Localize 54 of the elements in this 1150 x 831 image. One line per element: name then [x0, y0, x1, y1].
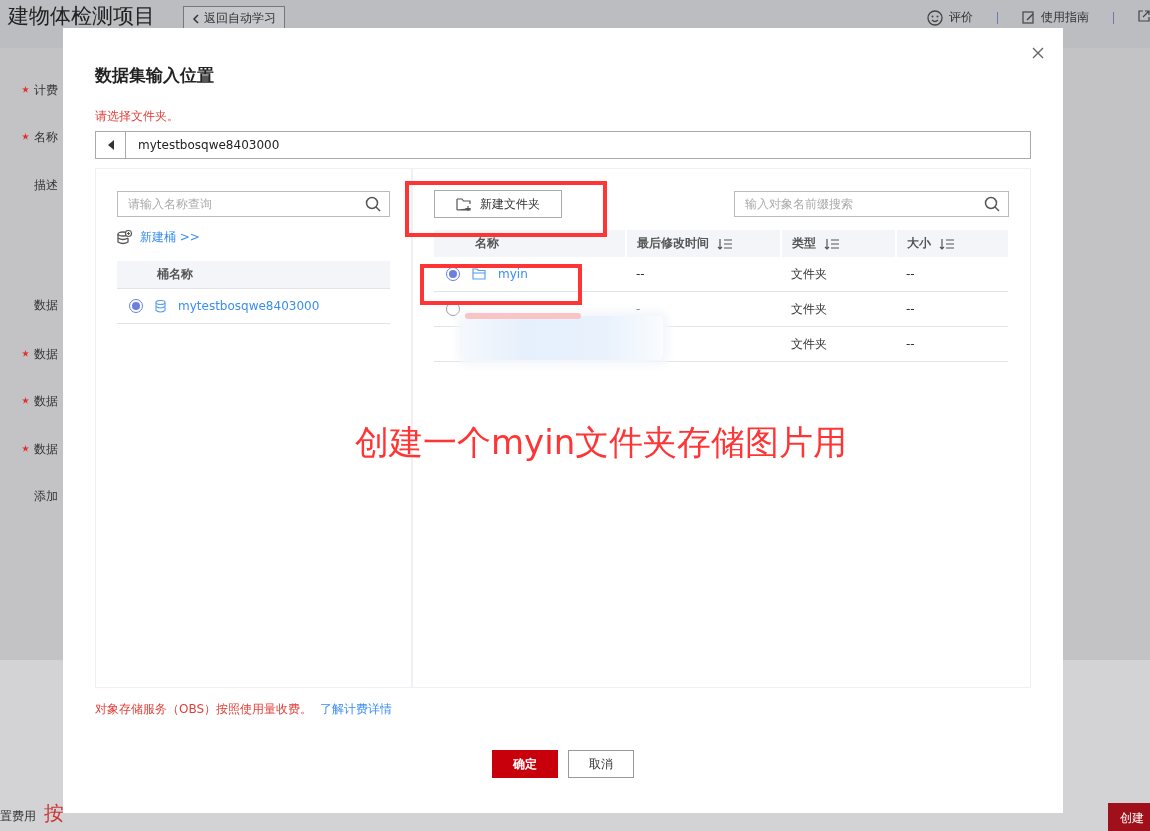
- column-header: 大小: [907, 235, 931, 252]
- chevron-left-icon: [192, 13, 200, 24]
- page-title: 建物体检测项目: [8, 3, 155, 29]
- error-message: 请选择文件夹。: [95, 108, 180, 122]
- column-header: 类型: [792, 235, 816, 252]
- form-label: 描述: [34, 177, 58, 189]
- form-label: 数据: [34, 393, 58, 405]
- header-link[interactable]: 评价: [949, 9, 973, 26]
- header-link[interactable]: 使用指南: [1041, 9, 1089, 26]
- column-header: 名称: [475, 235, 499, 252]
- dialog-title: 数据集输入位置: [95, 64, 215, 87]
- billing-note: 对象存储服务（OBS）按照使用量收费。: [95, 701, 313, 718]
- form-label: 数据: [34, 297, 58, 309]
- column-header: 最后修改时间: [637, 235, 709, 252]
- radio-button[interactable]: [129, 299, 143, 313]
- table-cell: --: [636, 267, 645, 281]
- confirm-button[interactable]: 确定: [492, 750, 558, 778]
- sort-icon[interactable]: [824, 237, 840, 250]
- smiley-icon: [927, 9, 943, 26]
- billing-link[interactable]: 了解计费详情: [320, 701, 393, 718]
- table-cell: --: [906, 267, 915, 281]
- path-field[interactable]: mytestbosqwe8403000: [95, 131, 1031, 159]
- fee-label: 置费用: [0, 808, 36, 825]
- search-icon[interactable]: [365, 196, 381, 212]
- edit-icon: [1022, 11, 1035, 24]
- table-cell: 文件夹: [791, 265, 827, 283]
- form-label: 添加: [34, 488, 58, 500]
- bucket-add-icon: [117, 229, 132, 245]
- close-button[interactable]: [1031, 47, 1045, 61]
- form-label: 计费: [34, 82, 58, 94]
- column-header: 桶名称: [117, 261, 390, 289]
- sort-icon[interactable]: [939, 237, 955, 250]
- annotation-text: 创建一个myin文件夹存储图片用: [355, 421, 848, 464]
- form-label: 数据: [34, 441, 58, 453]
- folder-add-icon: [456, 196, 472, 212]
- new-folder-button[interactable]: 新建文件夹: [434, 190, 562, 218]
- table-cell: 文件夹: [791, 300, 827, 318]
- database-icon: [155, 299, 166, 313]
- create-button[interactable]: 创建: [1108, 803, 1150, 831]
- fee-value: 按: [44, 800, 64, 827]
- cancel-button[interactable]: 取消: [568, 750, 634, 778]
- path-text: mytestbosqwe8403000: [137, 137, 280, 154]
- search-icon[interactable]: [984, 196, 1000, 212]
- new-bucket-link[interactable]: 新建桶 >>: [140, 228, 200, 246]
- table-cell: --: [906, 337, 915, 351]
- form-label: 数据: [34, 346, 58, 358]
- external-link-icon[interactable]: [1138, 10, 1150, 22]
- form-label: 名称: [34, 129, 58, 141]
- table-cell: --: [906, 302, 915, 316]
- table-cell: 文件夹: [791, 335, 827, 353]
- table-cell: -: [636, 302, 641, 316]
- sort-icon[interactable]: [717, 237, 733, 250]
- triangle-left-icon: [107, 140, 114, 150]
- folder-icon: [472, 268, 486, 280]
